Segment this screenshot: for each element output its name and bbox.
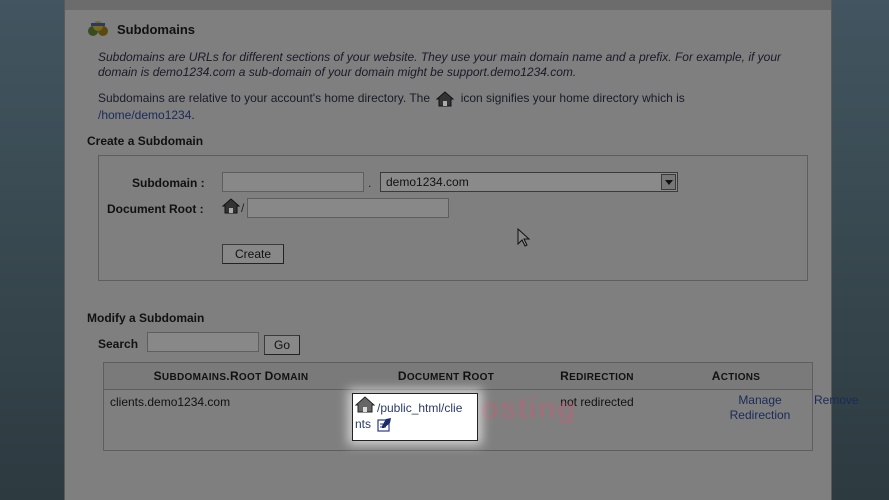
column-header-document-root[interactable]: DOCUMENT ROOT [358, 362, 534, 390]
home-icon [222, 198, 240, 214]
column-header-subdomain[interactable]: SUBDOMAINS.ROOT DOMAIN [103, 362, 358, 390]
subdomain-label: Subdomain : [132, 176, 205, 190]
document-root-path-line2: nts [355, 417, 372, 431]
edit-icon[interactable] [377, 418, 392, 432]
mouse-cursor-icon [517, 228, 531, 247]
home-directory-note: Subdomains are relative to your account'… [98, 90, 818, 123]
document-root-highlight: /public_html/clie nts [352, 393, 478, 441]
home-icon [436, 91, 455, 107]
document-root-prefix: / [241, 201, 245, 215]
page-title: Subdomains [117, 21, 196, 37]
chevron-down-icon[interactable] [661, 174, 676, 190]
search-input[interactable] [147, 332, 259, 352]
domain-select[interactable]: demo1234.com [380, 172, 678, 192]
subdomains-description: Subdomains are URLs for different sectio… [98, 50, 781, 79]
subdomain-input[interactable] [222, 172, 364, 192]
column-header-redirection[interactable]: REDIRECTION [534, 362, 660, 390]
right-backdrop [832, 0, 889, 500]
home-directory-link[interactable]: /home/demo1234 [98, 108, 191, 122]
document-root-label: Document Root : [107, 202, 204, 216]
subdomain-cell: clients.demo1234.com [110, 395, 231, 409]
document-root-path-link[interactable]: /public_html/clie nts [355, 400, 475, 432]
subdomains-icon [88, 21, 108, 36]
document-root-input[interactable] [247, 198, 449, 218]
page-top-bar [65, 0, 831, 10]
document-root-path-line1: /public_html/clie [377, 401, 463, 415]
modify-subdomain-heading: Modify a Subdomain [87, 311, 205, 325]
create-subdomain-heading: Create a Subdomain [87, 134, 204, 148]
home-note-text-after: icon signifies your home directory which… [460, 91, 685, 105]
column-header-actions: ACTIONS [660, 362, 813, 390]
home-note-text-before: Subdomains are relative to your account'… [98, 91, 431, 105]
create-button[interactable]: Create [222, 244, 284, 264]
search-label: Search [98, 337, 139, 351]
left-backdrop [0, 0, 64, 500]
table-header-row: SUBDOMAINS.ROOT DOMAIN DOCUMENT ROOT RED… [103, 362, 813, 390]
page-title-row: Subdomains [87, 20, 195, 38]
remove-link[interactable]: Remove [814, 393, 859, 407]
go-button[interactable]: Go [264, 335, 300, 355]
manage-redirection-link[interactable]: Manage Redirection [724, 393, 796, 423]
domain-dot: . [368, 176, 372, 190]
domain-select-value: demo1234.com [386, 175, 469, 189]
home-directory-suffix: . [191, 107, 195, 122]
